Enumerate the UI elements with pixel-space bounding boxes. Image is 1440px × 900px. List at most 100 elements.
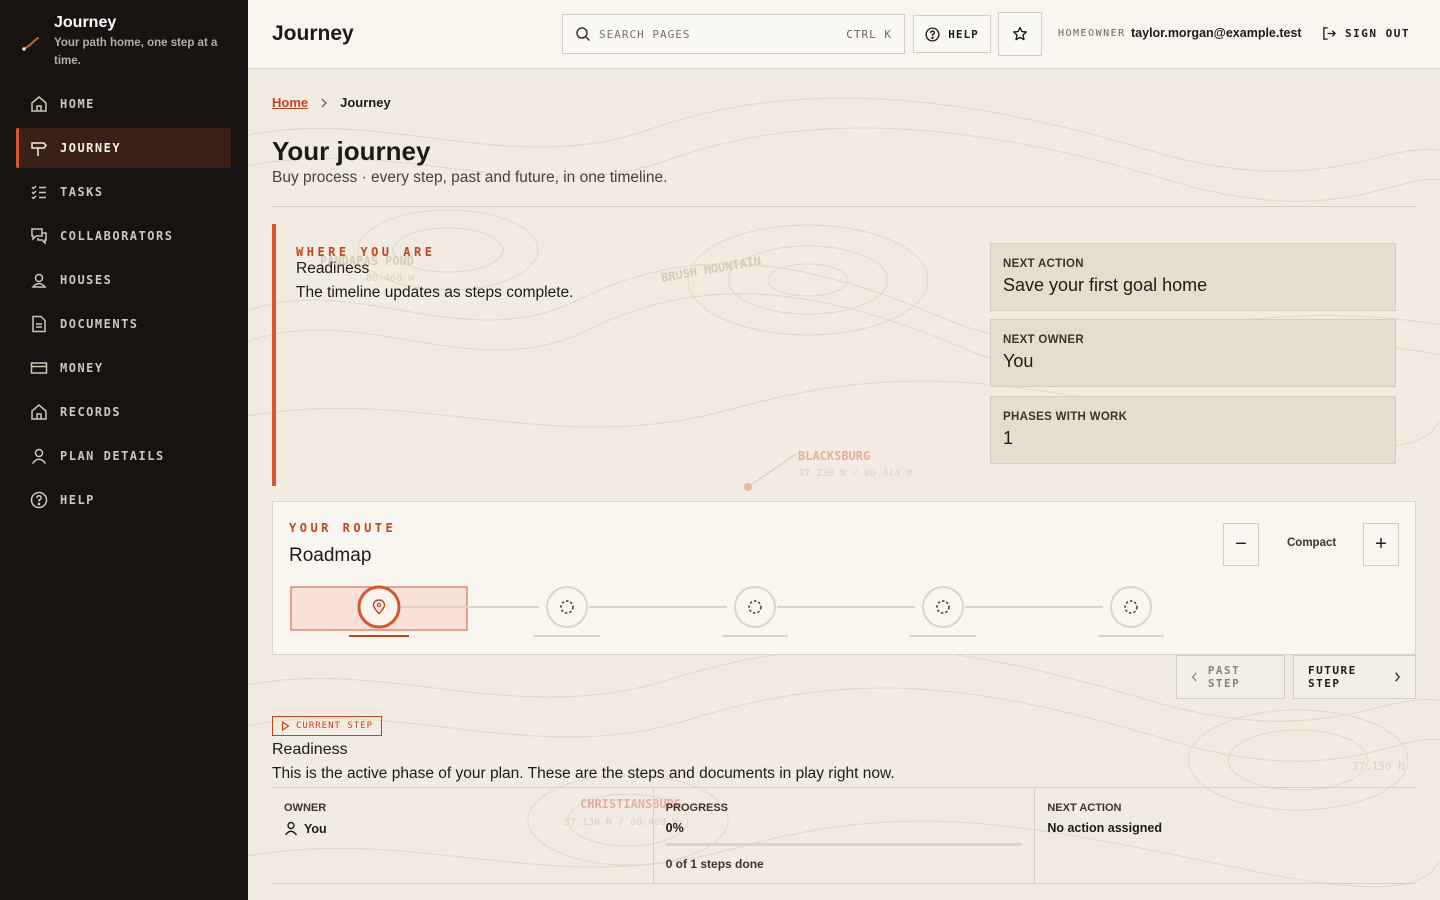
- sidebar-item-label: HOME: [60, 97, 95, 111]
- sidebar-item-plan-details[interactable]: PLAN DETAILS: [16, 436, 231, 476]
- next-action-column: NEXT ACTION No action assigned: [1035, 788, 1416, 883]
- progress-value: 0%: [665, 821, 684, 835]
- stat-label: NEXT ACTION: [1003, 258, 1084, 270]
- sidebar-item-label: PLAN DETAILS: [60, 449, 165, 463]
- where-description: The timeline updates as steps complete.: [296, 284, 574, 301]
- owner-label: OWNER: [284, 802, 327, 814]
- stat-next-owner: NEXT OWNER You: [990, 319, 1396, 387]
- sign-out-icon: [1323, 27, 1337, 40]
- stat-next-action: NEXT ACTION Save your first goal home: [990, 243, 1396, 311]
- breadcrumb-current: Journey: [340, 95, 391, 110]
- next-action-label: NEXT ACTION: [1047, 802, 1122, 814]
- route-step-future[interactable]: [534, 586, 600, 637]
- route-step-future[interactable]: [910, 586, 976, 637]
- signpost-icon: [31, 142, 47, 156]
- user-icon: [284, 821, 298, 836]
- sign-out-button[interactable]: SIGN OUT: [1322, 26, 1410, 41]
- app-title: Journey: [272, 22, 354, 45]
- home-icon: [31, 96, 47, 112]
- future-step-label: FUTURE STEP: [1308, 664, 1357, 690]
- chevron-right-icon: [1395, 672, 1401, 682]
- future-step-button[interactable]: FUTURE STEP: [1293, 655, 1416, 699]
- owner-name: You: [304, 821, 327, 836]
- sidebar: Journey Your path home, one step at a ti…: [0, 0, 248, 900]
- progress-column: PROGRESS 0% 0 of 1 steps done: [654, 788, 1036, 883]
- stat-value: 1: [1003, 428, 1014, 448]
- brand-tagline: Your path home, one step at a time.: [54, 37, 218, 67]
- current-step-details: OWNER You PROGRESS 0% 0 of 1 steps done …: [272, 787, 1416, 884]
- sidebar-item-collaborators[interactable]: COLLABORATORS: [16, 216, 231, 256]
- help-icon: [30, 491, 48, 509]
- sidebar-item-journey[interactable]: JOURNEY: [16, 128, 231, 168]
- sidebar-item-label: MONEY: [60, 361, 104, 375]
- sidebar-item-label: JOURNEY: [60, 141, 122, 155]
- sidebar-item-label: HELP: [60, 493, 95, 507]
- current-step-badge-label: CURRENT STEP: [296, 721, 374, 731]
- current-step-title: Readiness: [272, 741, 348, 758]
- sidebar-item-houses[interactable]: HOUSES: [16, 260, 231, 300]
- progress-summary: 0 of 1 steps done: [665, 857, 764, 871]
- document-icon: [32, 315, 46, 333]
- sidebar-item-tasks[interactable]: TASKS: [16, 172, 231, 212]
- page-subtitle: Buy process · every step, past and futur…: [272, 169, 668, 186]
- user-icon: [31, 448, 47, 464]
- current-step-description: This is the active phase of your plan. T…: [272, 765, 895, 782]
- sidebar-item-label: HOUSES: [60, 273, 113, 287]
- search-icon: [576, 27, 591, 42]
- user-role: HOMEOWNER: [1058, 28, 1126, 39]
- sidebar-item-label: RECORDS: [60, 405, 122, 419]
- sidebar-nav: HOME JOURNEY TASKS COLLABORATORS HOUSES …: [16, 84, 231, 524]
- progress-label: PROGRESS: [665, 802, 729, 814]
- top-bar: Journey CTRL K HELP HOMEOWNER taylor.mor…: [248, 0, 1440, 69]
- search-box[interactable]: CTRL K: [562, 14, 905, 54]
- route-logo-icon: [22, 37, 39, 51]
- sidebar-item-money[interactable]: MONEY: [16, 348, 231, 388]
- brand-title: Journey: [54, 14, 117, 31]
- owner-column: OWNER You: [272, 788, 654, 883]
- progress-bar: [665, 843, 1022, 846]
- map-coord-east: 37.150 N: [1352, 760, 1405, 773]
- user-icon: [31, 273, 47, 288]
- where-you-are-panel: WHERE YOU ARE Readiness The timeline upd…: [272, 224, 972, 486]
- sidebar-item-label: COLLABORATORS: [60, 229, 174, 243]
- sidebar-item-label: DOCUMENTS: [60, 317, 139, 331]
- breadcrumb-home-link[interactable]: Home: [272, 95, 308, 110]
- chevron-right-icon: [321, 98, 328, 107]
- search-input[interactable]: [599, 27, 839, 41]
- help-button[interactable]: HELP: [913, 15, 991, 53]
- past-step-button[interactable]: PAST STEP: [1176, 655, 1285, 699]
- favorite-button[interactable]: [998, 12, 1042, 56]
- search-shortcut: CTRL K: [846, 27, 892, 41]
- user-email: taylor.morgan@example.test: [1131, 26, 1302, 40]
- next-action-value: No action assigned: [1047, 821, 1162, 835]
- star-icon: [1013, 26, 1027, 41]
- checklist-icon: [31, 185, 46, 200]
- route-step-future[interactable]: [722, 586, 788, 637]
- sidebar-item-home[interactable]: HOME: [16, 84, 231, 124]
- card-icon: [30, 362, 48, 374]
- breadcrumb: Home Journey: [272, 95, 391, 110]
- main-content: PANDAPAS POND 80.468 W BRUSH MOUNTAIN BL…: [248, 0, 1440, 900]
- route-step-future[interactable]: [1098, 586, 1164, 637]
- sidebar-item-documents[interactable]: DOCUMENTS: [16, 304, 231, 344]
- home-icon: [31, 404, 47, 420]
- current-phase: Readiness: [296, 260, 370, 277]
- current-step-badge: CURRENT STEP: [272, 716, 383, 736]
- stat-phases-with-work: PHASES WITH WORK 1: [990, 396, 1396, 464]
- sidebar-item-records[interactable]: RECORDS: [16, 392, 231, 432]
- help-icon: [925, 26, 940, 42]
- page-title: Your journey: [272, 136, 431, 166]
- roadmap-track: [290, 585, 1164, 637]
- sidebar-item-label: TASKS: [60, 185, 104, 199]
- divider: [272, 206, 1416, 207]
- owner-value: You: [284, 821, 641, 836]
- stat-value: Save your first goal home: [1003, 275, 1208, 295]
- roadmap-panel: YOUR ROUTE Roadmap − Compact +: [272, 501, 1416, 655]
- help-button-label: HELP: [948, 27, 979, 41]
- chevron-left-icon: [1191, 672, 1197, 682]
- brand[interactable]: Journey Your path home, one step at a ti…: [20, 12, 235, 70]
- play-icon: [281, 721, 290, 731]
- sidebar-item-help[interactable]: HELP: [16, 480, 231, 520]
- past-step-label: PAST STEP: [1207, 664, 1241, 690]
- stat-value: You: [1003, 351, 1034, 371]
